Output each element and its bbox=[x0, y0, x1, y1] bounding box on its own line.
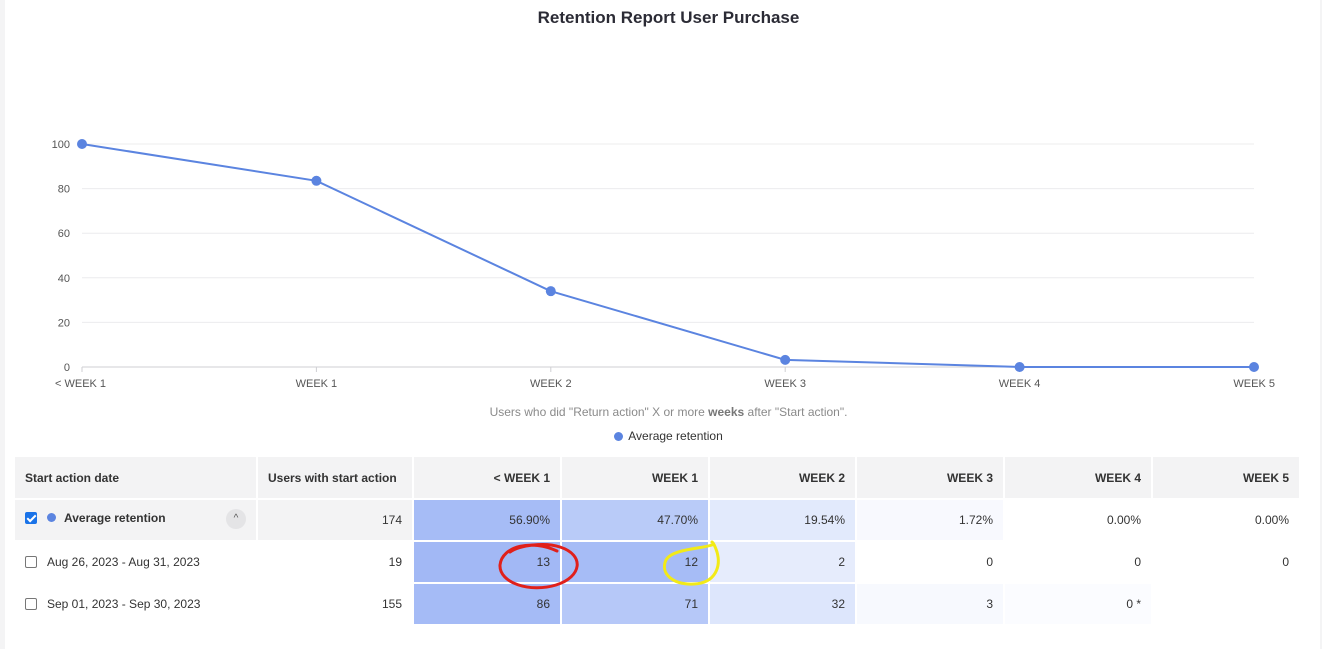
row-date-range: Aug 26, 2023 - Aug 31, 2023 bbox=[47, 555, 200, 569]
row-cell-week-3: 3 bbox=[856, 583, 1005, 626]
y-tick-label: 80 bbox=[58, 184, 70, 196]
row-cell-lt-week-1: 86 bbox=[413, 583, 562, 626]
row-checkbox[interactable] bbox=[25, 598, 37, 610]
header-week-2[interactable]: WEEK 2 bbox=[709, 457, 857, 500]
chart-gridlines bbox=[82, 143, 1254, 368]
row-date-range: Sep 01, 2023 - Sep 30, 2023 bbox=[47, 597, 201, 611]
caption-bold: weeks bbox=[708, 405, 745, 419]
header-start-action-date[interactable]: Start action date bbox=[15, 457, 258, 500]
table-header-row: Start action date Users with start actio… bbox=[15, 457, 1301, 500]
average-cell-week-3: 1.72% bbox=[856, 499, 1005, 542]
row-label-cell: Aug 26, 2023 - Aug 31, 2023 bbox=[15, 541, 258, 584]
collapse-chevron-up-icon[interactable]: ^ bbox=[226, 509, 246, 529]
average-cell-week-4: 0.00% bbox=[1004, 499, 1153, 542]
average-cell-lt-week-1: 56.90% bbox=[413, 499, 562, 542]
row-checkbox[interactable] bbox=[25, 556, 37, 568]
legend-label: Average retention bbox=[628, 429, 723, 443]
average-row-users: 174 bbox=[257, 499, 414, 542]
x-tick-label: WEEK 5 bbox=[1233, 378, 1275, 390]
table-row: Aug 26, 2023 - Aug 31, 2023 19 13 12 2 0… bbox=[15, 541, 1301, 584]
data-point[interactable] bbox=[545, 286, 556, 297]
series-dot-icon bbox=[47, 513, 56, 522]
row-cell-week-4: 0 bbox=[1004, 541, 1153, 584]
y-axis-ticks: 100 80 60 40 20 0 bbox=[52, 139, 70, 374]
chart-caption: Users who did "Return action" X or more … bbox=[5, 405, 1322, 419]
header-lt-week-1[interactable]: < WEEK 1 bbox=[413, 457, 562, 500]
chart-legend[interactable]: Average retention bbox=[5, 429, 1322, 443]
legend-dot-icon bbox=[614, 432, 624, 441]
header-week-1[interactable]: WEEK 1 bbox=[561, 457, 710, 500]
data-point[interactable] bbox=[1014, 362, 1025, 372]
header-week-4[interactable]: WEEK 4 bbox=[1004, 457, 1153, 500]
series-line bbox=[81, 143, 1254, 368]
row-cell-lt-week-1: 13 bbox=[413, 541, 562, 584]
y-tick-label: 100 bbox=[52, 139, 70, 151]
retention-table: Start action date Users with start actio… bbox=[15, 457, 1301, 626]
table-row: Sep 01, 2023 - Sep 30, 2023 155 86 71 32… bbox=[15, 583, 1301, 626]
row-users: 19 bbox=[257, 541, 414, 584]
average-cell-week-2: 19.54% bbox=[709, 499, 857, 542]
row-cell-week-1: 71 bbox=[561, 583, 710, 626]
x-axis-ticks: < WEEK 1 WEEK 1 WEEK 2 WEEK 3 WEEK 4 WEEK 5 bbox=[55, 367, 1275, 390]
series-average-retention bbox=[77, 139, 1259, 372]
x-tick-label: < WEEK 1 bbox=[55, 378, 106, 390]
average-cell-week-1: 47.70% bbox=[561, 499, 710, 542]
row-cell-week-2: 32 bbox=[709, 583, 857, 626]
average-retention-row: Average retention ^ 174 56.90% 47.70% 19… bbox=[15, 499, 1301, 542]
caption-prefix: Users who did "Return action" X or more bbox=[489, 405, 709, 419]
y-tick-label: 20 bbox=[58, 317, 70, 329]
x-tick-label: WEEK 1 bbox=[296, 378, 338, 390]
average-row-checkbox[interactable] bbox=[25, 512, 37, 524]
caption-suffix: after "Start action". bbox=[744, 405, 848, 419]
average-row-label-cell: Average retention ^ bbox=[15, 499, 258, 542]
retention-line-chart: 100 80 60 40 20 0 < WEEK 1 WEEK 1 WEEK 2 WEEK 3 W… bbox=[52, 139, 1275, 390]
row-cell-week-5: 0 bbox=[1152, 541, 1301, 584]
row-cell-week-3: 0 bbox=[856, 541, 1005, 584]
data-point[interactable] bbox=[1249, 362, 1259, 372]
row-cell-week-5 bbox=[1152, 583, 1301, 626]
row-users: 155 bbox=[257, 583, 414, 626]
average-row-label: Average retention bbox=[64, 511, 166, 525]
row-label-cell: Sep 01, 2023 - Sep 30, 2023 bbox=[15, 583, 258, 626]
row-cell-week-1: 12 bbox=[561, 541, 710, 584]
x-tick-label: WEEK 3 bbox=[764, 378, 806, 390]
x-tick-label: WEEK 4 bbox=[999, 378, 1041, 390]
y-tick-label: 0 bbox=[64, 362, 70, 374]
header-week-3[interactable]: WEEK 3 bbox=[856, 457, 1005, 500]
header-week-5[interactable]: WEEK 5 bbox=[1152, 457, 1301, 500]
data-point[interactable] bbox=[780, 354, 791, 365]
x-tick-label: WEEK 2 bbox=[530, 378, 572, 390]
header-users-with-start-action[interactable]: Users with start action bbox=[257, 457, 414, 500]
y-tick-label: 40 bbox=[58, 273, 70, 285]
y-tick-label: 60 bbox=[58, 228, 70, 240]
data-point[interactable] bbox=[77, 139, 87, 149]
average-cell-week-5: 0.00% bbox=[1152, 499, 1301, 542]
row-cell-week-4: 0 * bbox=[1004, 583, 1153, 626]
data-point[interactable] bbox=[311, 175, 322, 186]
row-cell-week-2: 2 bbox=[709, 541, 857, 584]
